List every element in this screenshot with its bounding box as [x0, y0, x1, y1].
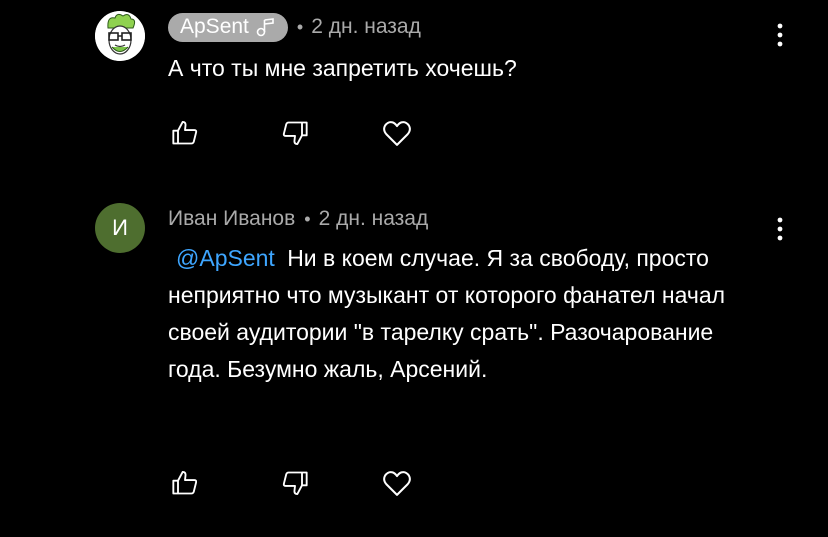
mention-link[interactable]: @ApSent	[176, 245, 275, 271]
heart-button[interactable]	[380, 466, 414, 500]
comment-menu-button[interactable]	[770, 18, 790, 52]
author-badge[interactable]: ApSent	[168, 12, 288, 42]
comment-text: @ApSent Ни в коем случае. Я за свободу, …	[168, 240, 768, 388]
dislike-button[interactable]	[278, 116, 312, 150]
more-vertical-icon	[777, 217, 783, 241]
dislike-button[interactable]	[278, 466, 312, 500]
avatar-letter: И	[112, 215, 128, 240]
comment-time: 2 дн. назад	[318, 207, 429, 230]
like-button[interactable]	[168, 116, 202, 150]
author-name[interactable]: Иван Иванов	[168, 207, 295, 231]
author-name: ApSent	[180, 15, 249, 38]
heart-button[interactable]	[380, 116, 414, 150]
avatar-ivan[interactable]: И	[95, 203, 145, 253]
comment-menu-button[interactable]	[770, 212, 790, 246]
heart-icon	[383, 471, 411, 496]
more-vertical-icon	[777, 23, 783, 47]
comment-meta: ApSent • 2 дн. назад	[168, 12, 421, 42]
separator-dot: •	[304, 208, 311, 229]
comment-time: 2 дн. назад	[311, 15, 421, 38]
thumbs-up-icon	[172, 470, 198, 495]
music-note-icon	[256, 17, 278, 37]
cartoon-face-avatar-icon	[95, 11, 145, 61]
separator-dot: •	[296, 16, 304, 37]
thumbs-up-icon	[172, 120, 198, 145]
comment-body: А что ты мне запретить хочешь?	[168, 55, 517, 81]
like-button[interactable]	[168, 466, 202, 500]
comment-meta: Иван Иванов • 2 дн. назад	[168, 204, 428, 234]
avatar-apsent[interactable]	[95, 11, 145, 61]
thumbs-down-icon	[282, 121, 308, 146]
thumbs-down-icon	[282, 471, 308, 496]
heart-icon	[383, 121, 411, 146]
comment-text: А что ты мне запретить хочешь?	[168, 50, 768, 87]
